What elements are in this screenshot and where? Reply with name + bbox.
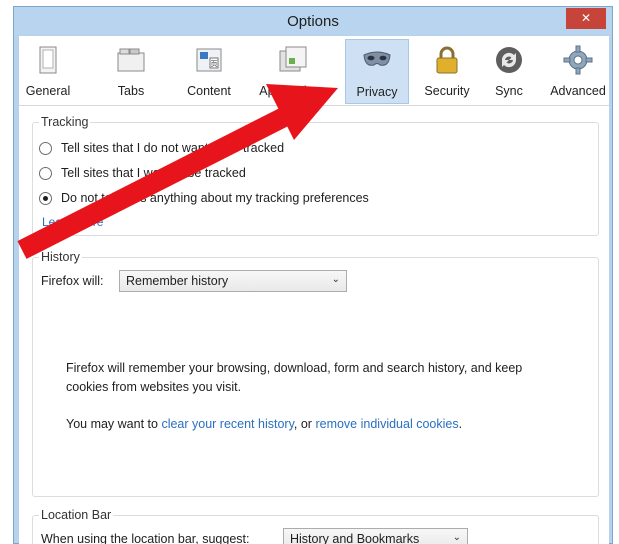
tab-content-label: Content (187, 84, 231, 98)
gear-icon (563, 45, 593, 75)
title-bar[interactable]: Options ✕ (14, 7, 612, 35)
tab-security[interactable]: Security (416, 39, 478, 104)
options-window: Options ✕ General Tabs 页 Content Applica… (13, 6, 613, 544)
learn-more-link[interactable]: Learn More (42, 215, 103, 229)
location-bar-group: Location Bar When using the location bar… (32, 508, 599, 544)
padlock-icon (436, 46, 458, 74)
tab-sync-label: Sync (495, 84, 523, 98)
firefox-will-label: Firefox will: (41, 274, 104, 288)
tab-general-label: General (25, 84, 71, 98)
suggest-label: When using the location bar, suggest: (41, 532, 250, 544)
tab-applications-label: Applications (259, 84, 327, 98)
history-description: Firefox will remember your browsing, dow… (66, 361, 523, 394)
tracking-option-label: Do not tell sites anything about my trac… (61, 191, 369, 205)
history-mode-select[interactable]: Remember history ⌄ (119, 270, 347, 292)
privacy-mask-icon (363, 51, 391, 66)
tab-general[interactable]: General (19, 39, 77, 104)
remove-individual-cookies-link[interactable]: remove individual cookies (315, 417, 458, 431)
applications-icon (279, 46, 307, 72)
tracking-option-want-track[interactable]: Tell sites that I want to be tracked (39, 164, 246, 182)
sync-icon (496, 47, 522, 73)
chevron-down-icon: ⌄ (331, 274, 340, 285)
tracking-legend: Tracking (39, 115, 91, 129)
tabs-icon (117, 48, 145, 72)
tab-tabs[interactable]: Tabs (111, 39, 151, 104)
location-bar-suggest-value: History and Bookmarks (290, 532, 420, 544)
chevron-down-icon: ⌄ (452, 532, 461, 543)
tab-applications[interactable]: Applications (247, 39, 339, 104)
tab-privacy-label: Privacy (356, 85, 398, 99)
window-title: Options (287, 13, 339, 30)
pane-toolbar: General Tabs 页 Content Applications Priv… (19, 36, 609, 106)
tab-sync[interactable]: Sync (487, 39, 531, 104)
content-icon: 页 (196, 48, 222, 72)
tab-content[interactable]: 页 Content (179, 39, 239, 104)
clear-recent-history-link[interactable]: clear your recent history (161, 417, 293, 431)
svg-text:页: 页 (211, 60, 218, 68)
radio-button[interactable] (39, 166, 52, 180)
location-bar-legend: Location Bar (39, 508, 114, 522)
location-bar-suggest-select[interactable]: History and Bookmarks ⌄ (283, 528, 468, 544)
tab-privacy[interactable]: Privacy (345, 39, 409, 104)
tab-advanced-label: Advanced (550, 84, 606, 98)
suggestion-prefix: You may want to (66, 417, 162, 431)
history-mode-value: Remember history (126, 274, 229, 288)
tracking-option-label: Tell sites that I want to be tracked (61, 166, 246, 180)
tracking-option-no-preference[interactable]: Do not tell sites anything about my trac… (39, 189, 369, 207)
radio-button[interactable] (39, 141, 52, 155)
history-group: History Firefox will: Remember history ⌄… (32, 250, 599, 497)
history-suggestion-line: You may want to clear your recent histor… (66, 415, 586, 434)
options-content: General Tabs 页 Content Applications Priv… (19, 36, 609, 544)
tab-security-label: Security (424, 84, 470, 98)
suggestion-or: , or (293, 417, 316, 431)
suggestion-period: . (458, 417, 463, 431)
tracking-option-do-not-track[interactable]: Tell sites that I do not want to be trac… (39, 139, 284, 157)
tab-advanced[interactable]: Advanced (545, 39, 611, 104)
radio-button-selected[interactable] (39, 191, 52, 205)
tracking-group: Tracking Tell sites that I do not want t… (32, 115, 599, 236)
close-button[interactable]: ✕ (566, 8, 606, 29)
history-legend: History (39, 250, 82, 264)
tracking-option-label: Tell sites that I do not want to be trac… (61, 141, 285, 155)
tab-tabs-label: Tabs (117, 84, 145, 98)
general-icon (39, 46, 57, 74)
